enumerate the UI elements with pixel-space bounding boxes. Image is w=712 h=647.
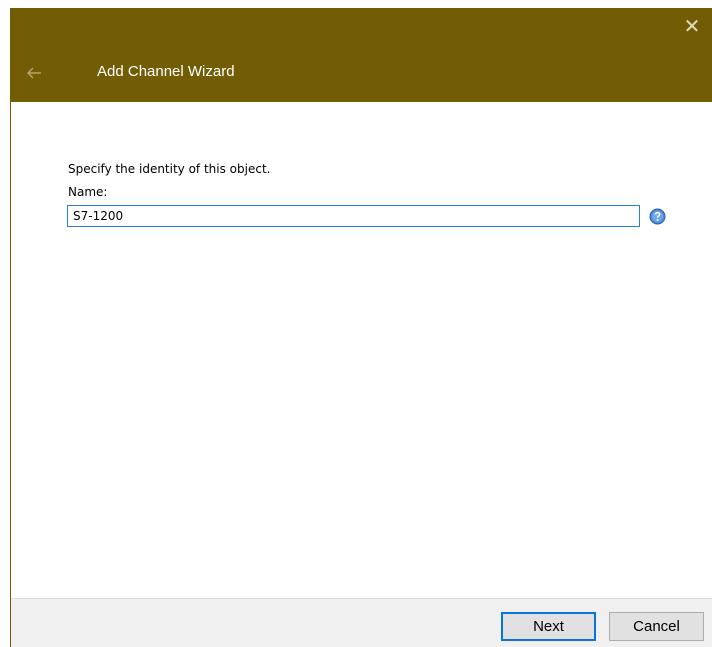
help-icon[interactable] [649,208,666,225]
close-icon: ✕ [683,14,701,38]
name-input[interactable] [67,205,640,227]
cancel-button[interactable]: Cancel [609,612,704,641]
back-arrow-icon [27,67,41,79]
wizard-footer: Next Cancel [11,598,712,647]
close-button[interactable]: ✕ [672,8,712,44]
back-button[interactable] [19,58,51,88]
wizard-title: Add Channel Wizard [97,63,235,80]
wizard-content: Specify the identity of this object. Nam… [11,102,712,598]
instruction-text: Specify the identity of this object. [68,162,271,176]
next-button[interactable]: Next [501,612,596,641]
add-channel-wizard-window: ✕ Add Channel Wizard Specify the identit… [10,8,712,647]
help-icon-graphic [649,208,666,225]
wizard-header: ✕ Add Channel Wizard [11,8,712,102]
name-label: Name: [68,185,108,199]
